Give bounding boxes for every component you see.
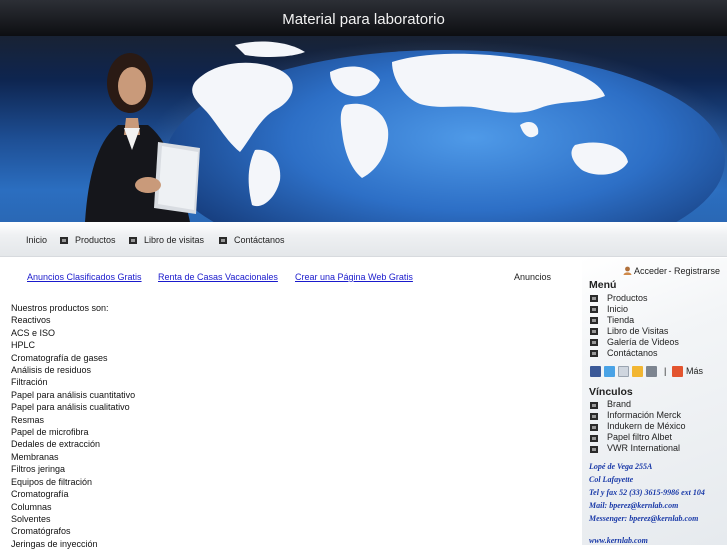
site-title: Material para laboratorio: [282, 11, 445, 28]
product-item: Solventes: [11, 513, 51, 524]
bullet-icon: [590, 402, 598, 409]
sidebar-menu-contactanos[interactable]: Contáctanos: [607, 348, 658, 358]
sidebar-menu-tienda[interactable]: Tienda: [607, 315, 634, 325]
sidebar-link-albet[interactable]: Papel filtro Albet: [607, 432, 672, 442]
product-list: Nuestros productos son: Reactivos ACS e …: [11, 302, 135, 550]
product-item: Análisis de residuos: [11, 365, 92, 376]
sidebar-menu-libro-de-visitas[interactable]: Libro de Visitas: [607, 326, 668, 336]
ads-label: Anuncios: [514, 272, 552, 282]
product-item: Filtración: [11, 377, 48, 388]
bullet-icon: [590, 413, 598, 420]
bullet-icon: [590, 295, 598, 302]
bullet-icon: [590, 306, 598, 313]
bullet-icon: [590, 317, 598, 324]
product-item: ACS e ISO: [11, 327, 56, 338]
login-separator: -: [666, 266, 674, 276]
favorite-icon[interactable]: [632, 366, 643, 377]
product-item: Filtros jeringa: [11, 464, 66, 475]
ad-link-crear-pagina[interactable]: Crear una Página Web Gratis: [295, 272, 413, 282]
sidebar-menu-inicio[interactable]: Inicio: [607, 304, 628, 314]
contact-messenger: Messenger: bperez@kernlab.com: [589, 514, 699, 523]
share-separator: |: [664, 366, 667, 376]
sidebar-link-indukern[interactable]: Indukern de México: [607, 421, 686, 431]
main-nav: Inicio Productos Libro de visitas Contác…: [0, 222, 727, 257]
bullet-icon: [590, 435, 598, 442]
contact-phone: Tel y fax 52 (33) 3615-9986 ext 104: [589, 488, 705, 497]
product-item: Membranas: [11, 451, 59, 462]
bullet-icon: [590, 339, 598, 346]
sidebar-link-brand[interactable]: Brand: [607, 399, 631, 409]
sidebar: Acceder - Registrarse Menú Productos Ini…: [582, 258, 727, 545]
bullet-icon: [590, 446, 598, 453]
twitter-icon[interactable]: [604, 366, 615, 377]
facebook-icon[interactable]: [590, 366, 601, 377]
product-item: Dedales de extracción: [11, 439, 101, 450]
product-item: Reactivos: [11, 315, 51, 326]
contact-colonia: Col Lafayette: [589, 475, 634, 484]
bullet-icon: [590, 424, 598, 431]
product-item: Jeringas de inyección: [11, 538, 98, 549]
nav-item-libro-de-visitas[interactable]: Libro de visitas: [144, 235, 204, 245]
bullet-icon: [590, 350, 598, 357]
bullet-icon: [219, 237, 227, 244]
register-link[interactable]: Registrarse: [674, 266, 720, 276]
product-item: Equipos de filtración: [11, 476, 93, 487]
bullet-icon: [60, 237, 68, 244]
nav-item-productos[interactable]: Productos: [75, 235, 116, 245]
website-link[interactable]: www.kernlab.com: [589, 536, 648, 545]
product-item: Papel para análisis cualitativo: [11, 402, 130, 413]
contact-mail: Mail: bperez@kernlab.com: [589, 501, 679, 510]
menu-heading: Menú: [589, 279, 617, 291]
product-item: Cromatografía: [11, 489, 69, 500]
user-icon: [623, 266, 632, 275]
sidebar-menu-productos[interactable]: Productos: [607, 293, 648, 303]
nav-item-inicio[interactable]: Inicio: [26, 235, 47, 245]
ad-link-renta-casas[interactable]: Renta de Casas Vacacionales: [158, 272, 278, 282]
share-more-link[interactable]: Más: [686, 366, 703, 376]
product-list-intro: Nuestros productos son:: [11, 303, 109, 313]
product-item: Cromatógrafos: [11, 526, 71, 537]
sidebar-link-merck[interactable]: Información Merck: [607, 410, 681, 420]
product-item: Cromatografía de gases: [11, 352, 108, 363]
ad-link-anuncios-clasificados[interactable]: Anuncios Clasificados Gratis: [27, 272, 142, 282]
bullet-icon: [129, 237, 137, 244]
product-item: Papel para análisis cuantitativo: [11, 389, 136, 400]
sidebar-menu-galeria-videos[interactable]: Galería de Videos: [607, 337, 679, 347]
email-icon[interactable]: [618, 366, 629, 377]
plus-icon[interactable]: [672, 366, 683, 377]
product-item: Papel de microfibra: [11, 427, 89, 438]
contact-address: Lopé de Vega 255A: [589, 462, 653, 471]
sidebar-link-vwr[interactable]: VWR International: [607, 443, 680, 453]
links-heading: Vínculos: [589, 386, 633, 398]
bullet-icon: [590, 328, 598, 335]
nav-item-contactanos[interactable]: Contáctanos: [234, 235, 285, 245]
product-item: HPLC: [11, 340, 36, 351]
print-icon[interactable]: [646, 366, 657, 377]
product-item: Columnas: [11, 501, 52, 512]
header-banner: Material para laboratorio: [0, 0, 727, 222]
login-link[interactable]: Acceder: [634, 266, 667, 276]
product-item: Resmas: [11, 414, 45, 425]
